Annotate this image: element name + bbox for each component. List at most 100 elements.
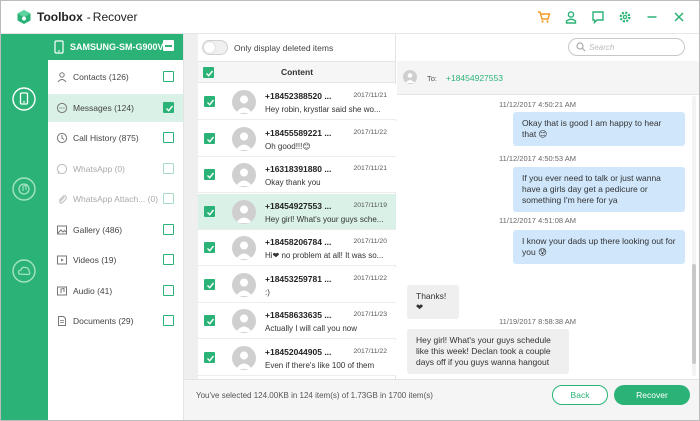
row-phone-number: +16318391880 ...: [265, 164, 332, 174]
category-label: Gallery (486): [73, 224, 123, 235]
device-select-all-checkbox[interactable]: [163, 40, 174, 51]
app-window: Toolbox - Recover SAMSUNG-SM-G900V Conta…: [0, 0, 700, 421]
contact-avatar: [232, 90, 256, 114]
message-row[interactable]: +18452044905 ... 2017/11/22 Even if there'…: [198, 339, 396, 376]
app-mode: Recover: [92, 10, 138, 24]
row-checkbox[interactable]: [204, 132, 215, 144]
row-date: 2017/11/23: [353, 311, 387, 318]
toolbox-logo-icon: [17, 10, 31, 24]
contact-avatar: [232, 163, 256, 187]
row-checkbox[interactable]: [204, 242, 215, 253]
message-timestamp: 11/12/2017 4:51:08 AM: [499, 216, 577, 225]
minimize-icon[interactable]: [644, 9, 660, 25]
sent-message-bubble: If you ever need to talk or just wanna h…: [513, 167, 685, 212]
category-checkbox[interactable]: [163, 193, 174, 204]
row-checkbox[interactable]: [204, 169, 215, 180]
category-item[interactable]: Videos (19): [48, 246, 183, 274]
recover-button[interactable]: Recover: [614, 385, 690, 405]
category-checkbox[interactable]: [163, 223, 174, 235]
row-phone-number: +18458633635 ...: [265, 310, 332, 320]
message-timestamp: 11/19/2017 8:58:38 AM: [499, 317, 577, 326]
row-snippet: Okay thank you: [265, 178, 321, 187]
category-label: Call History (875): [73, 133, 139, 143]
category-checkbox[interactable]: [163, 315, 174, 326]
category-checkbox[interactable]: [163, 132, 174, 143]
scrollbar-thumb[interactable]: [692, 264, 696, 364]
row-date: 2017/11/19: [353, 201, 387, 209]
row-phone-number: +18458206784 ...: [265, 237, 332, 247]
audio-icon: [56, 285, 68, 297]
search-icon: [576, 42, 586, 52]
user-icon[interactable]: [563, 9, 579, 25]
message-row[interactable]: +18455589221 ... 2017/11/22 Oh good!!!😊: [198, 120, 396, 157]
row-checkbox[interactable]: [204, 205, 215, 217]
settings-icon[interactable]: [617, 9, 633, 25]
panel-separator: [184, 34, 198, 420]
device-phone-icon: [54, 40, 64, 54]
category-label: WhatsApp Attach... (0): [73, 194, 159, 204]
category-checkbox[interactable]: [163, 101, 174, 113]
row-snippet: Hi❤ no problem at all! It was so...: [265, 251, 384, 260]
row-snippet: Actually I will call you now: [265, 324, 358, 333]
device-header[interactable]: SAMSUNG-SM-G900V: [48, 34, 183, 60]
category-item[interactable]: Contacts (126): [48, 63, 183, 91]
conversation-header: To: +18454927553: [397, 61, 699, 95]
mode-rail: [1, 34, 48, 420]
row-checkbox[interactable]: [204, 96, 215, 107]
cart-icon[interactable]: [536, 9, 552, 25]
close-icon[interactable]: [671, 9, 687, 25]
category-item[interactable]: Messages (124): [48, 93, 183, 122]
title-separator: -: [86, 10, 91, 24]
received-message-bubble: Hey girl! What's your guys schedule like…: [407, 329, 569, 374]
category-item[interactable]: Documents (29): [48, 307, 183, 335]
category-item[interactable]: Gallery (486): [48, 216, 183, 244]
row-checkbox[interactable]: [204, 278, 215, 290]
message-row[interactable]: +16318391880 ... 2017/11/21 Okay thank you: [198, 157, 396, 193]
category-checkbox[interactable]: [163, 71, 174, 82]
deleted-only-toggle[interactable]: [202, 40, 228, 55]
category-checkbox[interactable]: [163, 284, 174, 296]
category-item[interactable]: Call History (875): [48, 124, 183, 152]
category-item[interactable]: WhatsApp (0): [48, 155, 183, 183]
received-message-bubble: Thanks!❤: [407, 285, 459, 319]
feedback-icon[interactable]: [590, 9, 606, 25]
search-box[interactable]: [568, 38, 685, 56]
contact-avatar: [232, 236, 256, 260]
contact-avatar: [232, 309, 256, 333]
message-row[interactable]: +18458206784 ... 2017/11/20 Hi❤ no problem…: [198, 230, 396, 266]
category-panel: SAMSUNG-SM-G900V Contacts (126) Messages …: [48, 34, 184, 420]
videos-icon: [56, 254, 68, 266]
message-timestamp: 11/12/2017 4:50:21 AM: [499, 100, 577, 109]
message-row[interactable]: +18452388520 ... 2017/11/21 Hey robin, kry…: [198, 84, 396, 120]
search-input[interactable]: [589, 41, 679, 53]
row-snippet: Hey girl! What's your guys sche...: [265, 214, 384, 224]
row-date: 2017/11/21: [353, 92, 387, 99]
icloud-restore-icon[interactable]: [7, 254, 41, 288]
message-row[interactable]: +18458633635 ... 2017/11/23 Actually I wil…: [198, 303, 396, 339]
category-label: Messages (124): [73, 102, 134, 113]
recipient-number: +18454927553: [446, 73, 503, 83]
row-checkbox[interactable]: [204, 351, 215, 363]
whatsapp-icon: [56, 163, 68, 175]
sent-message-bubble: Okay that is good I am happy to hear tha…: [513, 112, 685, 146]
gallery-icon: [56, 224, 68, 236]
phone-restore-icon[interactable]: [7, 82, 41, 116]
contact-avatar: [232, 126, 256, 151]
app-brand: Toolbox: [37, 10, 83, 24]
row-snippet: Oh good!!!😊: [265, 141, 311, 151]
category-checkbox[interactable]: [163, 254, 174, 265]
row-date: 2017/11/22: [353, 347, 387, 355]
category-item[interactable]: WhatsApp Attach... (0): [48, 185, 183, 213]
row-checkbox[interactable]: [204, 315, 215, 326]
itunes-restore-icon[interactable]: [7, 172, 41, 206]
back-button[interactable]: Back: [552, 385, 608, 405]
message-list-panel: Only display deleted items Content +1845…: [198, 34, 396, 379]
category-checkbox[interactable]: [163, 162, 174, 174]
message-row[interactable]: +18453259781 ... 2017/11/22:): [198, 266, 396, 303]
category-item[interactable]: Audio (41): [48, 277, 183, 305]
message-row[interactable]: +18454927553 ... 2017/11/19 Hey girl! What…: [198, 193, 396, 230]
category-label: Videos (19): [73, 255, 117, 265]
thread-scrollbar[interactable]: [692, 96, 696, 376]
message-timestamp: 11/12/2017 4:50:53 AM: [499, 154, 577, 163]
deleted-filter-row: Only display deleted items: [198, 34, 395, 61]
